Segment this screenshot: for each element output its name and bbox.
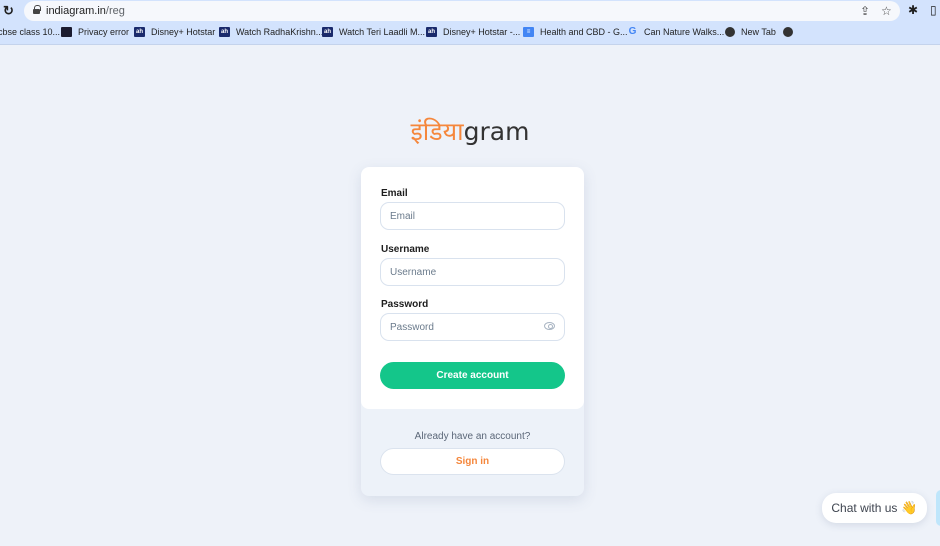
bookmark-item[interactable]: ≡ Health and CBD - G... (523, 27, 628, 37)
bookmark-label: Disney+ Hotstar (151, 27, 216, 37)
bookmark-label: Disney+ Hotstar -... (443, 27, 521, 37)
hotstar-favicon-icon: ah (134, 27, 145, 37)
google-favicon-icon: G (628, 26, 637, 37)
url-text[interactable]: indiagram.in/reg (46, 5, 125, 17)
star-icon[interactable]: ☆ (881, 4, 892, 18)
bookmark-label: Watch RadhaKrishn... (236, 27, 324, 37)
logo-latin: gram (463, 117, 530, 146)
sign-in-button[interactable]: Sign in (380, 448, 565, 475)
lock-icon[interactable] (33, 5, 41, 14)
chat-launcher-edge[interactable] (936, 490, 940, 526)
bookmark-item[interactable]: Privacy error (61, 27, 129, 37)
hotstar-favicon-icon: ah (322, 27, 333, 37)
chat-label: Chat with us (831, 501, 898, 515)
registration-card: Email Username Password Create account A… (361, 167, 584, 496)
side-panel-icon[interactable]: ▯ (930, 3, 937, 17)
browser-toolbar: ↻ indiagram.in/reg ⇪ ☆ ✱ ▯ (0, 0, 940, 22)
bookmark-item[interactable]: ah Disney+ Hotstar (134, 27, 215, 37)
extensions-icon[interactable]: ✱ (908, 3, 918, 17)
bookmark-item[interactable] (783, 27, 793, 37)
share-icon[interactable]: ⇪ (860, 4, 870, 18)
already-have-account-text: Already have an account? (414, 431, 531, 442)
username-label: Username (381, 244, 430, 255)
address-bar[interactable]: indiagram.in/reg ⇪ ☆ (24, 1, 900, 21)
reload-icon[interactable]: ↻ (3, 3, 14, 19)
password-label: Password (381, 299, 429, 310)
url-domain: indiagram.in (46, 5, 106, 17)
site-logo: इंडियाgram (0, 114, 940, 148)
bookmark-item[interactable]: ah Watch Teri Laadli M... (322, 27, 425, 37)
privacy-favicon-icon (61, 27, 72, 37)
hotstar-favicon-icon: ah (426, 27, 437, 37)
bookmark-label: New Tab (741, 27, 776, 37)
show-password-eye-icon[interactable] (544, 322, 555, 330)
email-field-wrapper (380, 202, 565, 230)
bookmark-label: Can Nature Walks... (644, 27, 725, 37)
globe-favicon-icon (783, 27, 793, 37)
email-label: Email (381, 188, 408, 199)
create-account-button[interactable]: Create account (380, 362, 565, 389)
logo-hindi: इंडिया (410, 117, 464, 146)
username-field-wrapper (380, 258, 565, 286)
bookmark-item[interactable]: New Tab (725, 27, 776, 37)
bookmark-item[interactable]: cbse class 10... (0, 27, 60, 37)
bookmark-item[interactable]: ah Watch RadhaKrishn... (219, 27, 323, 37)
bookmark-label: Privacy error (78, 27, 130, 37)
bookmarks-bar: cbse class 10... Privacy error ah Disney… (0, 22, 940, 45)
username-input[interactable] (381, 259, 531, 285)
hotstar-favicon-icon: ah (219, 27, 230, 37)
bookmark-label: Health and CBD - G... (540, 27, 628, 37)
chat-with-us-button[interactable]: Chat with us 👋 (822, 493, 927, 523)
bookmark-label: Watch Teri Laadli M... (339, 27, 426, 37)
docs-favicon-icon: ≡ (523, 27, 534, 37)
password-input[interactable] (381, 314, 531, 340)
url-path: /reg (105, 5, 125, 17)
bookmark-item[interactable]: G Can Nature Walks... (627, 26, 725, 38)
globe-favicon-icon (725, 27, 735, 37)
waving-hand-icon: 👋 (901, 500, 918, 515)
email-input[interactable] (381, 203, 531, 229)
bookmark-label: cbse class 10... (0, 27, 61, 37)
bookmark-item[interactable]: ah Disney+ Hotstar -... (426, 27, 520, 37)
password-field-wrapper (380, 313, 565, 341)
registration-form: Email Username Password Create account (361, 167, 584, 409)
